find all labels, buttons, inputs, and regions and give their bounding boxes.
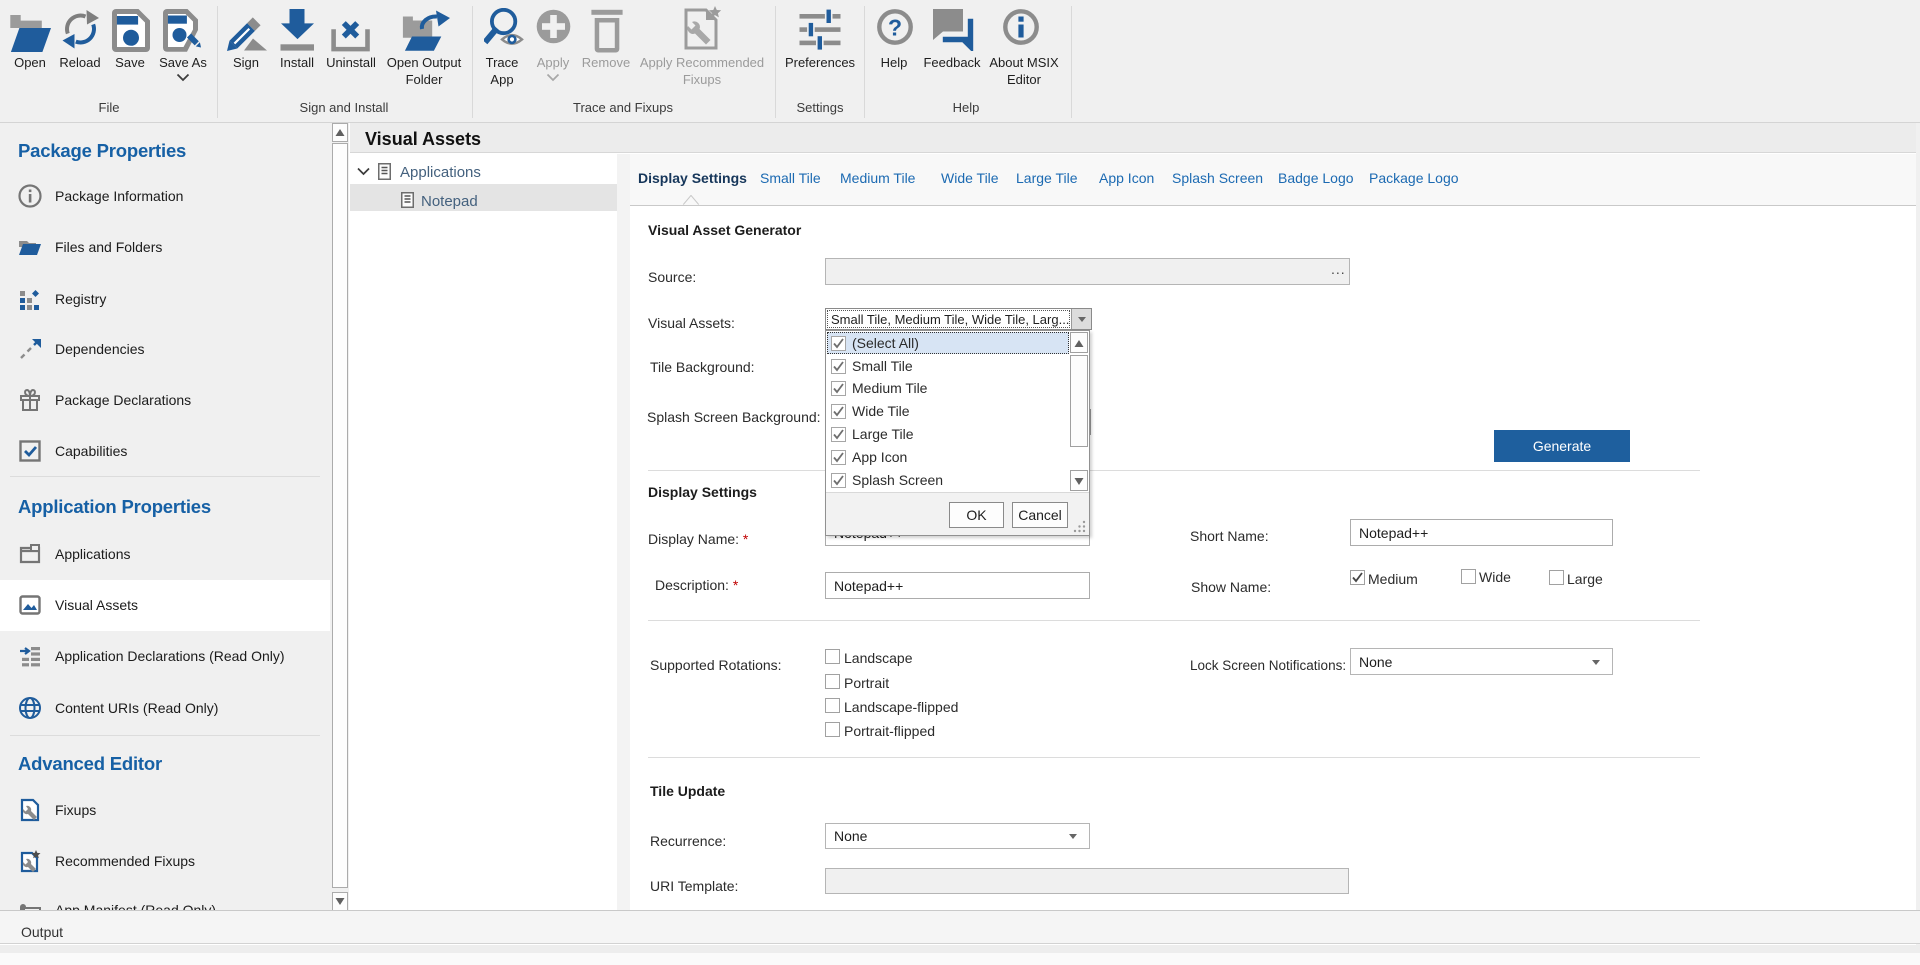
svg-text:?: ? bbox=[888, 15, 902, 41]
